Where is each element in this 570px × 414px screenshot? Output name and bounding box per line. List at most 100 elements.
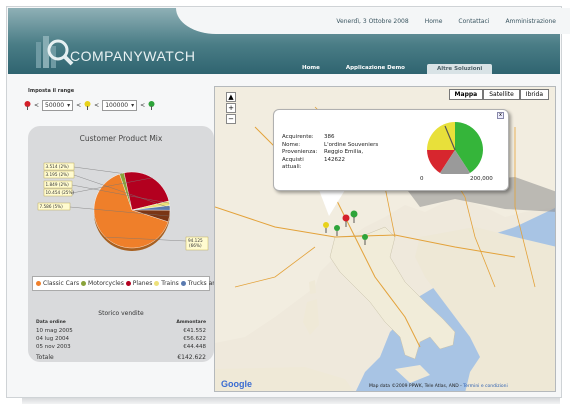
info-row: Acquisti attuali: 142622 bbox=[282, 157, 378, 172]
pie-data-label: 3.195 (2%) bbox=[46, 172, 70, 177]
pie-leader-line bbox=[73, 166, 122, 174]
pie-data-label: 3.514 (2%) bbox=[46, 164, 70, 169]
tab-other-solutions[interactable]: Altre Soluzioni bbox=[426, 64, 493, 74]
pie-data-label: 7.586 (5%) bbox=[40, 204, 64, 209]
window-shadow bbox=[22, 398, 560, 404]
sales-title: Storico vendite bbox=[98, 310, 144, 317]
popup-info: Acquirente: 386 Nome: L'ordine Souveniers … bbox=[282, 134, 378, 172]
info-key: Nome: bbox=[282, 141, 301, 148]
row-date: 10 mag 2005 bbox=[36, 328, 73, 334]
gauge-chart bbox=[427, 122, 483, 174]
map-credit: Map data ©2009 PPWK, Tele Atlas, AND - T… bbox=[369, 384, 508, 389]
legend-label: Classic Cars bbox=[43, 280, 82, 287]
chart-legend: Classic Cars Motorcycles Planes Trains T… bbox=[32, 276, 287, 291]
legend-swatch bbox=[154, 281, 160, 286]
range-sep-4: < bbox=[140, 102, 146, 109]
range-min-select[interactable]: 50000 ▾ bbox=[42, 100, 74, 111]
legend-swatch bbox=[81, 281, 87, 286]
link-admin[interactable]: Amministrazione bbox=[505, 18, 556, 25]
link-contact[interactable]: Contattaci bbox=[458, 18, 489, 25]
info-row: Acquirente: 386 bbox=[282, 134, 378, 142]
map-view[interactable]: ▲ + − Mappa Satellite Ibrida x Acquirent… bbox=[214, 86, 556, 392]
total-label: Totale bbox=[36, 354, 54, 361]
info-value: L'ordine Souveniers bbox=[324, 141, 379, 148]
left-panel: Imposta il range < 50000 ▾ < < 100000 ▾ < … bbox=[22, 86, 287, 362]
link-home[interactable]: Home bbox=[425, 18, 443, 25]
sales-total-row: Totale €142.622 bbox=[36, 354, 206, 362]
top-links: Venerdì, 3 Ottobre 2008 Home Contattaci … bbox=[336, 18, 556, 25]
google-logo: Google bbox=[221, 379, 252, 389]
nav-tabs: Home Applicazione Demo Altre Soluzioni bbox=[298, 64, 493, 74]
legend-swatch bbox=[180, 281, 186, 286]
info-key: Provenienza: bbox=[282, 149, 318, 155]
logo-text: COMPANYWATCH bbox=[70, 48, 196, 64]
pie-data-label: 1.849 (2%) bbox=[46, 182, 70, 187]
legend-label: Planes bbox=[132, 280, 155, 287]
total-value: €142.622 bbox=[177, 354, 206, 361]
table-row: 05 nov 2003 €44.448 bbox=[36, 344, 206, 352]
legend-label: Trains bbox=[161, 280, 181, 287]
tab-home[interactable]: Home bbox=[298, 64, 324, 74]
info-row: Provenienza: Reggio Emilia, bbox=[282, 149, 378, 157]
pie-data-label: 94.125 (66%) bbox=[188, 238, 203, 248]
range-sep-3: < bbox=[94, 102, 100, 109]
terms-link[interactable]: Termini e condizioni bbox=[463, 384, 508, 389]
legend-item: Classic Cars bbox=[36, 280, 81, 287]
range-max-value: 100000 bbox=[105, 101, 129, 109]
map-credit-text: Map data ©2009 PPWK, Tele Atlas, AND - bbox=[369, 384, 462, 389]
zoom-in-icon[interactable]: + bbox=[226, 103, 236, 113]
map-type-satellite[interactable]: Satellite bbox=[483, 89, 520, 100]
popup-tail bbox=[319, 190, 345, 216]
gauge-max: 200,000 bbox=[470, 176, 493, 182]
chevron-down-icon: ▾ bbox=[131, 101, 135, 109]
yellow-pin-icon bbox=[84, 101, 91, 110]
range-sep-1: < bbox=[34, 102, 40, 109]
range-max-select[interactable]: 100000 ▾ bbox=[102, 100, 138, 111]
range-sep-2: < bbox=[76, 102, 82, 109]
info-key: Acquisti attuali: bbox=[282, 156, 304, 171]
site-header: Venerdì, 3 Ottobre 2008 Home Contattaci … bbox=[8, 8, 570, 74]
chart-card: Customer Product Mix 94.125 (66%) 3.514 (2… bbox=[28, 126, 287, 362]
map-type-buttons: Mappa Satellite Ibrida bbox=[448, 89, 549, 100]
info-value: 142622 bbox=[324, 156, 345, 163]
pie-chart: 94.125 (66%) 3.514 (2%) 10.454 (25%) 1.849 (… bbox=[37, 162, 209, 251]
legend-swatch bbox=[36, 281, 41, 286]
row-date: 04 lug 2004 bbox=[36, 336, 69, 342]
table-row: 10 mag 2005 €41.552 bbox=[36, 328, 206, 336]
tab-demo[interactable]: Applicazione Demo bbox=[342, 64, 409, 74]
red-pin-icon bbox=[24, 101, 31, 110]
col-amount: Ammontare bbox=[176, 320, 206, 325]
pan-up-icon[interactable]: ▲ bbox=[226, 92, 236, 102]
map-type-map[interactable]: Mappa bbox=[448, 89, 484, 100]
range-controls: < 50000 ▾ < < 100000 ▾ < bbox=[24, 100, 155, 111]
table-row: 04 lug 2004 €56.622 bbox=[36, 336, 206, 344]
close-icon[interactable]: x bbox=[497, 112, 504, 119]
row-date: 05 nov 2003 bbox=[36, 344, 71, 350]
row-amount: €56.622 bbox=[183, 336, 206, 342]
chart-title: Customer Product Mix bbox=[79, 134, 163, 143]
chevron-down-icon: ▾ bbox=[67, 101, 71, 109]
legend-item: Planes bbox=[125, 280, 155, 287]
sales-header-row: Data ordine Ammontare bbox=[36, 320, 206, 328]
info-value: 386 bbox=[324, 134, 335, 140]
info-popup: x Acquirente: 386 Nome: L'ordine Souvenier… bbox=[273, 109, 509, 191]
legend-item: Motorcycles bbox=[81, 280, 126, 287]
range-min-value: 50000 bbox=[45, 101, 65, 109]
zoom-out-icon[interactable]: − bbox=[226, 114, 236, 124]
range-label: Imposta il range bbox=[28, 88, 75, 94]
legend-swatch bbox=[125, 281, 131, 286]
pie-data-label: 10.454 (25%) bbox=[46, 190, 75, 195]
info-key: Acquirente: bbox=[282, 134, 314, 140]
sales-table: Data ordine Ammontare 10 mag 2005 €41.55… bbox=[36, 320, 206, 362]
zoom-control: ▲ + − bbox=[223, 91, 239, 125]
gauge-min: 0 bbox=[420, 176, 424, 182]
map-type-hybrid[interactable]: Ibrida bbox=[519, 89, 549, 100]
row-amount: €41.552 bbox=[183, 328, 206, 334]
info-row: Nome: L'ordine Souveniers bbox=[282, 142, 378, 150]
green-pin-icon bbox=[148, 101, 155, 110]
date-text: Venerdì, 3 Ottobre 2008 bbox=[336, 18, 409, 25]
legend-item: Trains bbox=[154, 280, 180, 287]
legend-label: Motorcycles bbox=[88, 280, 126, 287]
row-amount: €44.448 bbox=[183, 344, 206, 350]
info-value: Reggio Emilia, bbox=[324, 149, 364, 155]
